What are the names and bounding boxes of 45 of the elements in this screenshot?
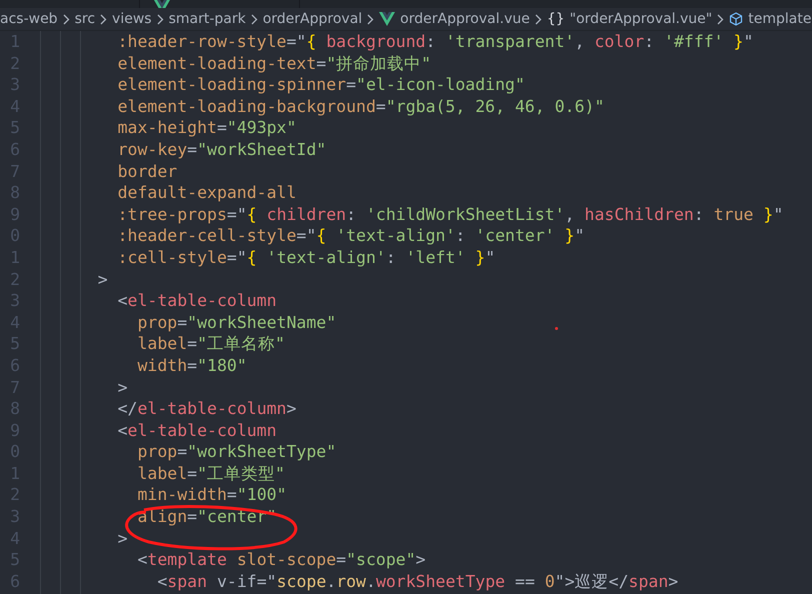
code-line: prop="workSheetName" <box>136 312 336 334</box>
code-line: <el-table-column <box>116 420 277 442</box>
chevron-right-icon <box>367 14 374 24</box>
breadcrumb-item[interactable]: smart-park <box>168 11 246 27</box>
code-line: label="工单名称" <box>136 333 285 355</box>
code-line: element-loading-background="rgba(5, 26, 46, 0.6)" <box>116 96 604 118</box>
dot-mark <box>555 327 558 330</box>
code-line: element-loading-text="拼命加载中" <box>116 52 432 74</box>
breadcrumb-item[interactable]: orderApproval.vue <box>400 11 530 27</box>
code-line: :tree-props="{ children: 'childWorkSheetList', hasChildren: true }" <box>116 204 784 226</box>
code-line: max-height="493px" <box>116 117 296 139</box>
breadcrumb-item[interactable]: "orderApproval.vue" <box>570 11 712 27</box>
code-line: :cell-style="{ 'text-align': 'left' }" <box>116 246 496 269</box>
cube-icon <box>729 12 744 26</box>
code-line: <el-table-column <box>116 290 277 312</box>
chevron-right-icon <box>62 14 70 24</box>
chevron-right-icon <box>156 14 164 24</box>
braces-icon: {} <box>546 11 565 27</box>
code-line: width="180" <box>136 354 247 376</box>
code-line: min-width="100" <box>136 484 286 506</box>
vue-logo-icon <box>379 12 396 26</box>
code-line: prop="workSheetType" <box>136 441 336 463</box>
code-line: > <box>96 268 108 290</box>
breadcrumb-item[interactable]: template <box>748 11 812 27</box>
breadcrumb-item[interactable]: orderApproval <box>262 11 362 27</box>
chevron-right-icon <box>250 14 258 24</box>
code-line: element-loading-spinner="el-icon-loading" <box>116 74 525 96</box>
code-line: :header-row-style="{ background: 'transparent', color: '#fff' }" <box>116 31 754 53</box>
code-line: border <box>116 160 178 182</box>
code-line: align="center" <box>136 506 277 528</box>
code-line: <template slot-scope="scope"> <box>136 549 426 571</box>
chevron-right-icon <box>100 14 108 24</box>
code-line: :header-cell-style="{ 'text-align': 'center' }" <box>116 225 585 247</box>
code-line: <span v-if="scope.row.workSheetType == 0">巡逻</span> <box>156 570 678 592</box>
breadcrumb-item[interactable]: acs-web <box>0 11 58 27</box>
chevron-right-icon <box>534 14 542 24</box>
code-line: </el-table-column> <box>116 398 296 420</box>
code-line: > <box>116 528 128 550</box>
code-line: label="工单类型" <box>136 462 285 484</box>
breadcrumb-item[interactable]: views <box>112 11 152 27</box>
chevron-right-icon <box>717 14 724 24</box>
code-line: default-expand-all <box>116 182 296 204</box>
breadcrumb-item[interactable]: src <box>74 11 96 27</box>
code-line: row-key="workSheetId" <box>116 138 326 161</box>
code-line: > <box>116 376 128 398</box>
